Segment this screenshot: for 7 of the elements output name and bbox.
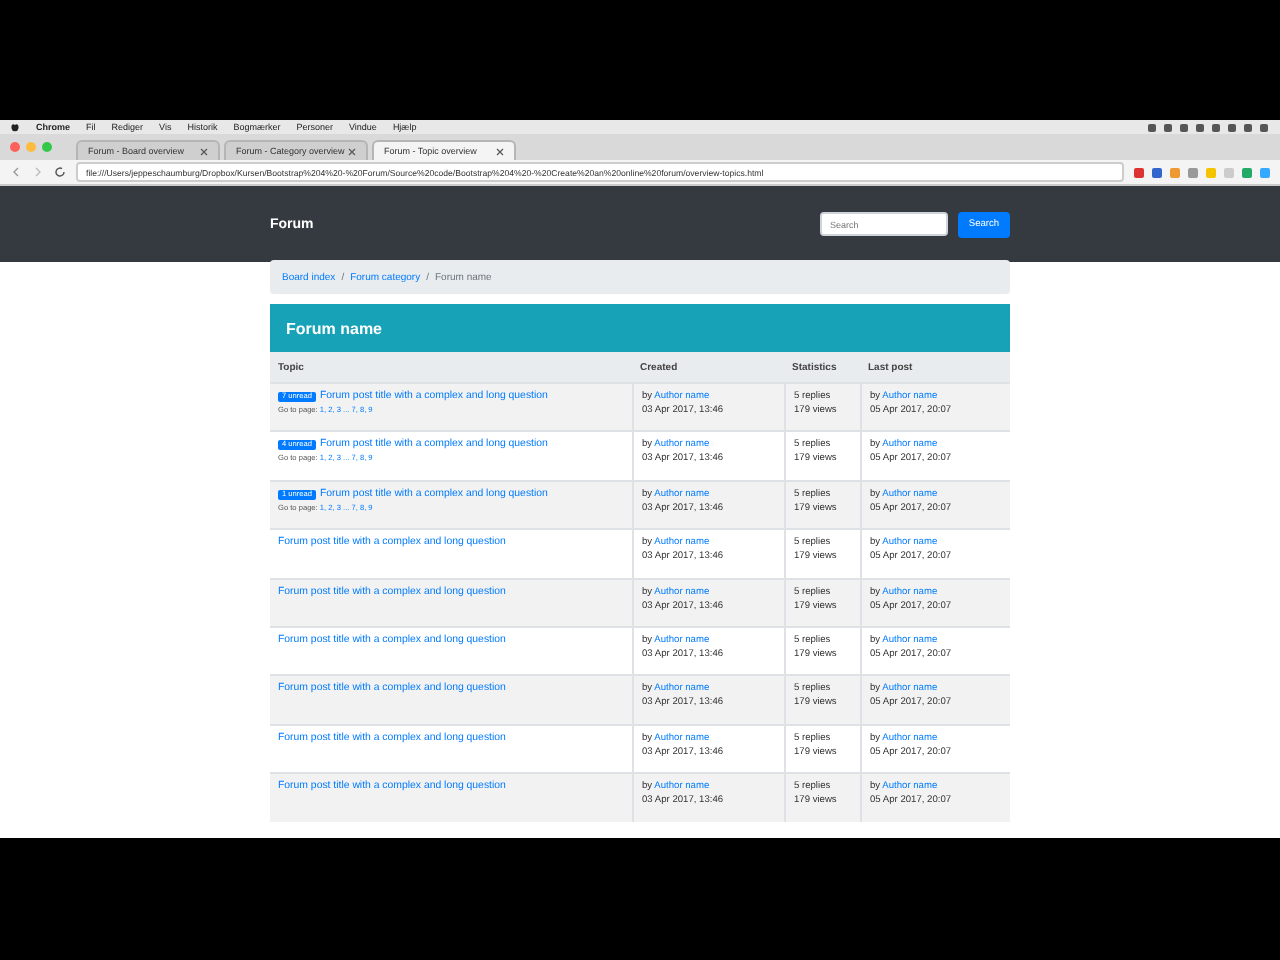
- close-icon[interactable]: [496, 147, 504, 155]
- back-icon[interactable]: [10, 166, 22, 178]
- forum-title: Forum name: [270, 304, 1010, 352]
- close-icon[interactable]: [348, 147, 356, 155]
- reload-icon[interactable]: [54, 166, 66, 178]
- close-icon[interactable]: [200, 147, 208, 155]
- apple-logo-icon[interactable]: [10, 122, 20, 132]
